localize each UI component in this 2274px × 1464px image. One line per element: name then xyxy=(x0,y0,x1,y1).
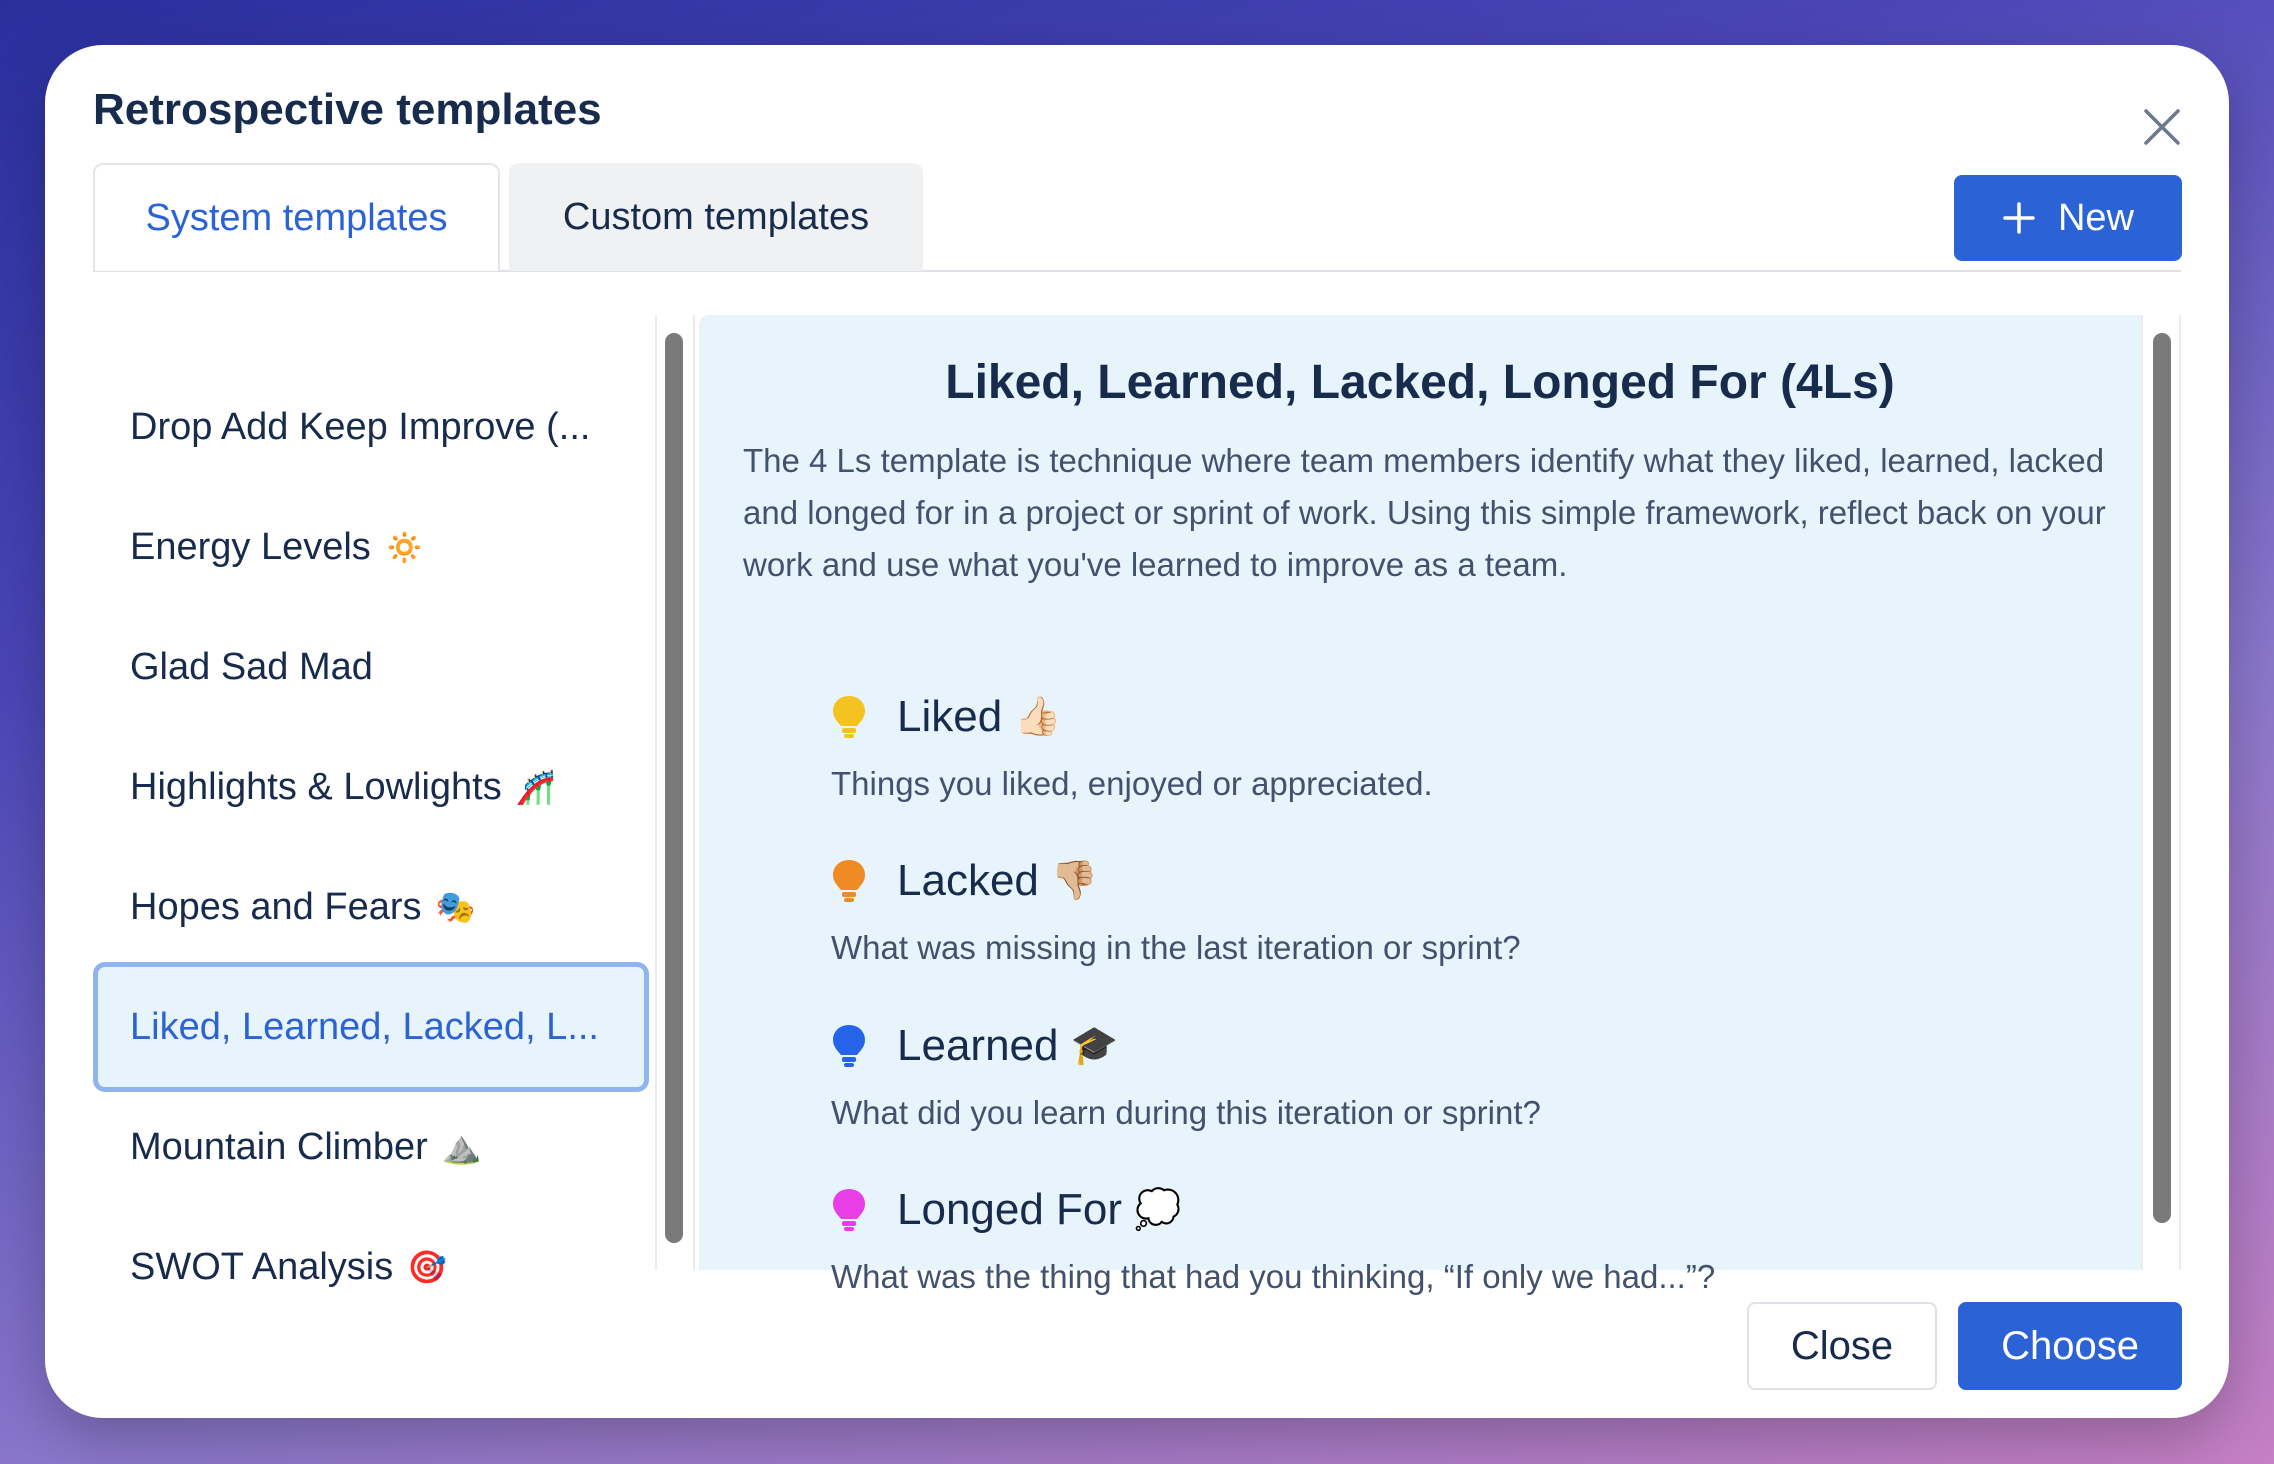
lightbulb-icon xyxy=(833,1189,865,1231)
template-item-label: Liked, Learned, Lacked, L... xyxy=(130,1005,599,1048)
template-item-swot-analysis[interactable]: SWOT Analysis 🎯 xyxy=(93,1202,649,1332)
tab-custom-templates[interactable]: Custom templates xyxy=(509,163,923,271)
sun-icon: 🔅 xyxy=(384,529,425,565)
plus-icon xyxy=(2003,202,2035,234)
new-template-button[interactable]: New xyxy=(1954,175,2182,261)
lightbulb-icon xyxy=(833,1025,865,1067)
template-item-label: Mountain Climber xyxy=(130,1125,428,1168)
graduation-cap-icon: 🎓 xyxy=(1070,1025,1118,1067)
dialog-title: Retrospective templates xyxy=(93,85,602,134)
thumbs-down-icon: 👎🏼 xyxy=(1050,860,1099,902)
roller-coaster-icon: 🎢 xyxy=(515,769,556,805)
tab-system-templates[interactable]: System templates xyxy=(93,163,500,271)
preview-title: Liked, Learned, Lacked, Longed For (4Ls) xyxy=(945,356,1895,409)
section-liked: Liked 👍🏻 Things you liked, enjoyed or ap… xyxy=(831,687,2031,803)
choose-button[interactable]: Choose xyxy=(1958,1302,2182,1390)
section-name: Liked xyxy=(897,692,1003,741)
template-item-label: Glad Sad Mad xyxy=(130,645,373,688)
template-item-highlights-lowlights[interactable]: Highlights & Lowlights 🎢 xyxy=(93,722,649,852)
template-list-scroll-thumb[interactable] xyxy=(665,333,683,1243)
template-item-drop-add-keep-improve[interactable]: Drop Add Keep Improve (... xyxy=(93,362,649,492)
section-text: What did you learn during this iteration… xyxy=(831,1094,1541,1131)
template-item-label: Energy Levels xyxy=(130,525,371,568)
lightbulb-icon xyxy=(833,860,865,902)
template-item-label: Highlights & Lowlights xyxy=(130,765,502,808)
template-item-glad-sad-mad[interactable]: Glad Sad Mad xyxy=(93,602,649,732)
close-icon[interactable] xyxy=(2132,97,2192,157)
section-name: Longed For xyxy=(897,1185,1123,1234)
templates-dialog: Retrospective templates System templates… xyxy=(45,45,2229,1418)
template-list: Drop Add Keep Improve (... Energy Levels… xyxy=(93,315,653,1288)
template-item-label: Drop Add Keep Improve (... xyxy=(130,405,591,448)
thumbs-up-icon: 👍🏻 xyxy=(1014,696,1062,738)
template-preview: Liked, Learned, Lacked, Longed For (4Ls)… xyxy=(699,315,2141,1295)
mountain-icon: ⛰️ xyxy=(441,1129,482,1165)
template-item-label: SWOT Analysis xyxy=(130,1245,394,1288)
target-icon: 🎯 xyxy=(407,1249,448,1285)
template-item-hopes-and-fears[interactable]: Hopes and Fears 🎭 xyxy=(93,842,649,972)
template-item-label: Hopes and Fears xyxy=(130,885,422,928)
preview-scroll-thumb[interactable] xyxy=(2153,333,2171,1223)
template-item-4ls[interactable]: Liked, Learned, Lacked, L... xyxy=(93,962,649,1092)
section-name: Learned xyxy=(897,1021,1059,1070)
preview-description: The 4 Ls template is technique where tea… xyxy=(743,442,2106,583)
lightbulb-icon xyxy=(833,696,865,738)
section-text: What was the thing that had you thinking… xyxy=(831,1258,1716,1295)
new-button-label: New xyxy=(2057,196,2135,239)
section-learned: Learned 🎓 What did you learn during this… xyxy=(831,1016,2031,1132)
section-text: Things you liked, enjoyed or appreciated… xyxy=(831,765,1433,802)
thought-bubble-icon: 💭 xyxy=(1134,1189,1182,1231)
theater-masks-icon: 🎭 xyxy=(435,889,476,925)
section-name: Lacked xyxy=(897,856,1039,905)
section-longed-for: Longed For 💭 What was the thing that had… xyxy=(831,1180,2031,1296)
template-item-mountain-climber[interactable]: Mountain Climber ⛰️ xyxy=(93,1082,649,1212)
close-button[interactable]: Close xyxy=(1747,1302,1937,1390)
section-lacked: Lacked 👎🏼 What was missing in the last i… xyxy=(831,851,2031,967)
section-text: What was missing in the last iteration o… xyxy=(831,929,1521,966)
template-item-energy-levels[interactable]: Energy Levels 🔅 xyxy=(93,482,649,612)
